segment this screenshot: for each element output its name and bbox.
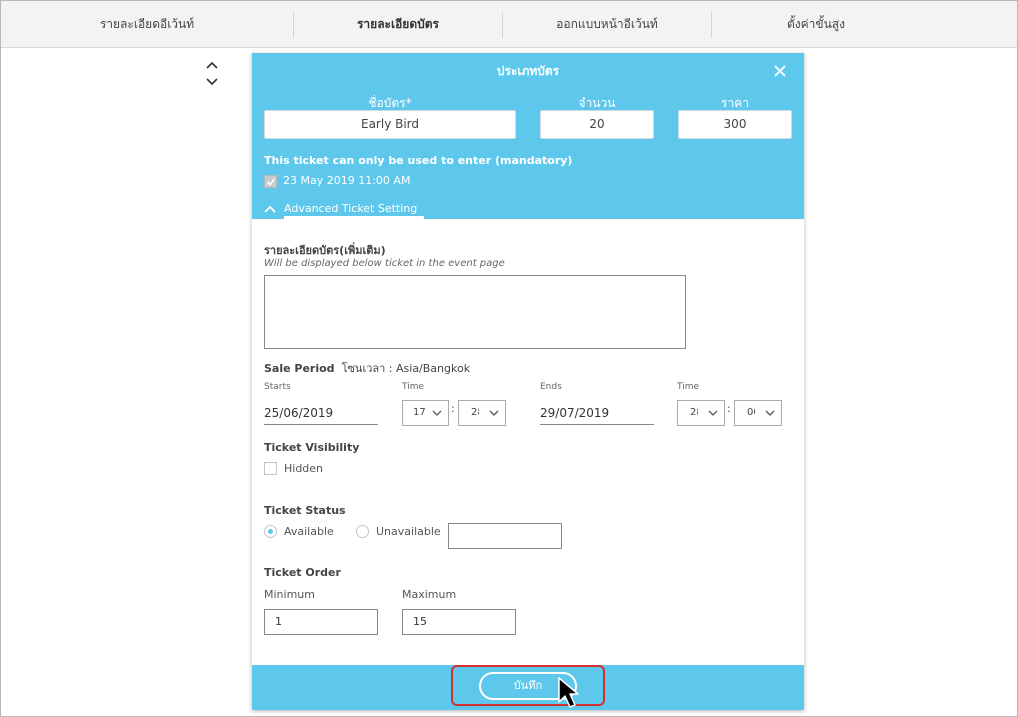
tab-event-design[interactable]: ออกแบบหน้าอีเว้นท์ (503, 1, 711, 48)
unavailable-reason-input[interactable] (448, 523, 562, 549)
unavailable-radio[interactable] (356, 525, 369, 538)
advanced-setting-label: Advanced Ticket Setting (284, 202, 418, 215)
mouse-cursor-icon (558, 677, 579, 708)
advanced-tab-indicator (284, 216, 424, 219)
tab-advanced-settings[interactable]: ตั้งค่าขั้นสูง (712, 1, 920, 48)
start-hour-select[interactable]: 17 (402, 400, 449, 426)
date-option-row: 23 May 2019 11:00 AM (264, 174, 410, 188)
chevron-down-icon[interactable] (204, 75, 220, 89)
chevron-down-icon (765, 410, 775, 416)
tab-event-details[interactable]: รายละเอียดอีเว้นท์ (1, 1, 293, 48)
modal-header: ประเภทบัตร ชื่อบัตร* Early Bird จำนวน 20… (252, 53, 804, 219)
end-date-input[interactable]: 29/07/2019 (540, 401, 654, 425)
start-minute-value: 28 (471, 407, 479, 418)
minimum-label: Minimum (264, 588, 315, 601)
extra-details-textarea[interactable] (264, 275, 686, 349)
ticket-type-modal: ประเภทบัตร ชื่อบัตร* Early Bird จำนวน 20… (252, 53, 804, 710)
start-time-label: Time (402, 382, 425, 392)
start-date-input[interactable]: 25/06/2019 (264, 401, 378, 425)
visibility-label: Ticket Visibility (264, 441, 360, 454)
maximum-label: Maximum (402, 588, 457, 601)
sale-period-label: Sale Period (264, 362, 335, 375)
end-minute-select[interactable]: 00 (734, 400, 782, 426)
top-navigation: รายละเอียดอีเว้นท์ รายละเอียดบัตร ออกแบบ… (1, 1, 1017, 48)
quantity-input[interactable]: 20 (540, 110, 654, 139)
hidden-label: Hidden (284, 462, 324, 475)
chevron-up-icon[interactable] (204, 58, 220, 72)
time-separator: : (727, 402, 731, 415)
available-label: Available (284, 525, 334, 538)
order-label: Ticket Order (264, 566, 341, 579)
checkmark-icon (266, 177, 276, 186)
extra-details-label: รายละเอียดบัตร(เพิ่มเติม) (264, 244, 386, 257)
ends-label: Ends (540, 382, 562, 392)
price-input[interactable]: 300 (678, 110, 792, 139)
end-minute-value: 00 (747, 407, 755, 418)
tab-ticket-details[interactable]: รายละเอียดบัตร (294, 1, 502, 48)
status-label: Ticket Status (264, 504, 346, 517)
ticket-name-input[interactable]: Early Bird (264, 110, 516, 139)
close-icon[interactable] (772, 63, 788, 79)
start-minute-select[interactable]: 28 (458, 400, 506, 426)
maximum-input[interactable]: 15 (402, 609, 516, 635)
end-time-label: Time (677, 382, 700, 392)
available-radio[interactable] (264, 525, 277, 538)
extra-details-hint: Will be displayed below ticket in the ev… (264, 258, 505, 269)
chevron-up-icon (264, 205, 276, 213)
mandatory-entry-text: This ticket can only be used to enter (m… (264, 154, 573, 167)
modal-title: ประเภทบัตร (496, 64, 560, 78)
end-hour-select[interactable]: 28 (677, 400, 725, 426)
date-option-checkbox[interactable] (264, 174, 277, 188)
starts-label: Starts (264, 382, 291, 392)
sale-period-row: Sale Period โซนเวลา : Asia/Bangkok (264, 359, 470, 377)
minimum-input[interactable]: 1 (264, 609, 378, 635)
date-option-label: 23 May 2019 11:00 AM (283, 174, 411, 187)
advanced-setting-toggle[interactable]: Advanced Ticket Setting (264, 202, 417, 215)
chevron-down-icon (708, 410, 718, 416)
timezone-text: โซนเวลา : Asia/Bangkok (341, 362, 471, 375)
end-hour-value: 28 (690, 407, 698, 418)
time-separator: : (451, 402, 455, 415)
chevron-down-icon (489, 410, 499, 416)
hidden-checkbox[interactable] (264, 462, 277, 475)
start-hour-value: 17 (413, 407, 426, 418)
unavailable-label: Unavailable (376, 525, 441, 538)
chevron-down-icon (432, 410, 442, 416)
